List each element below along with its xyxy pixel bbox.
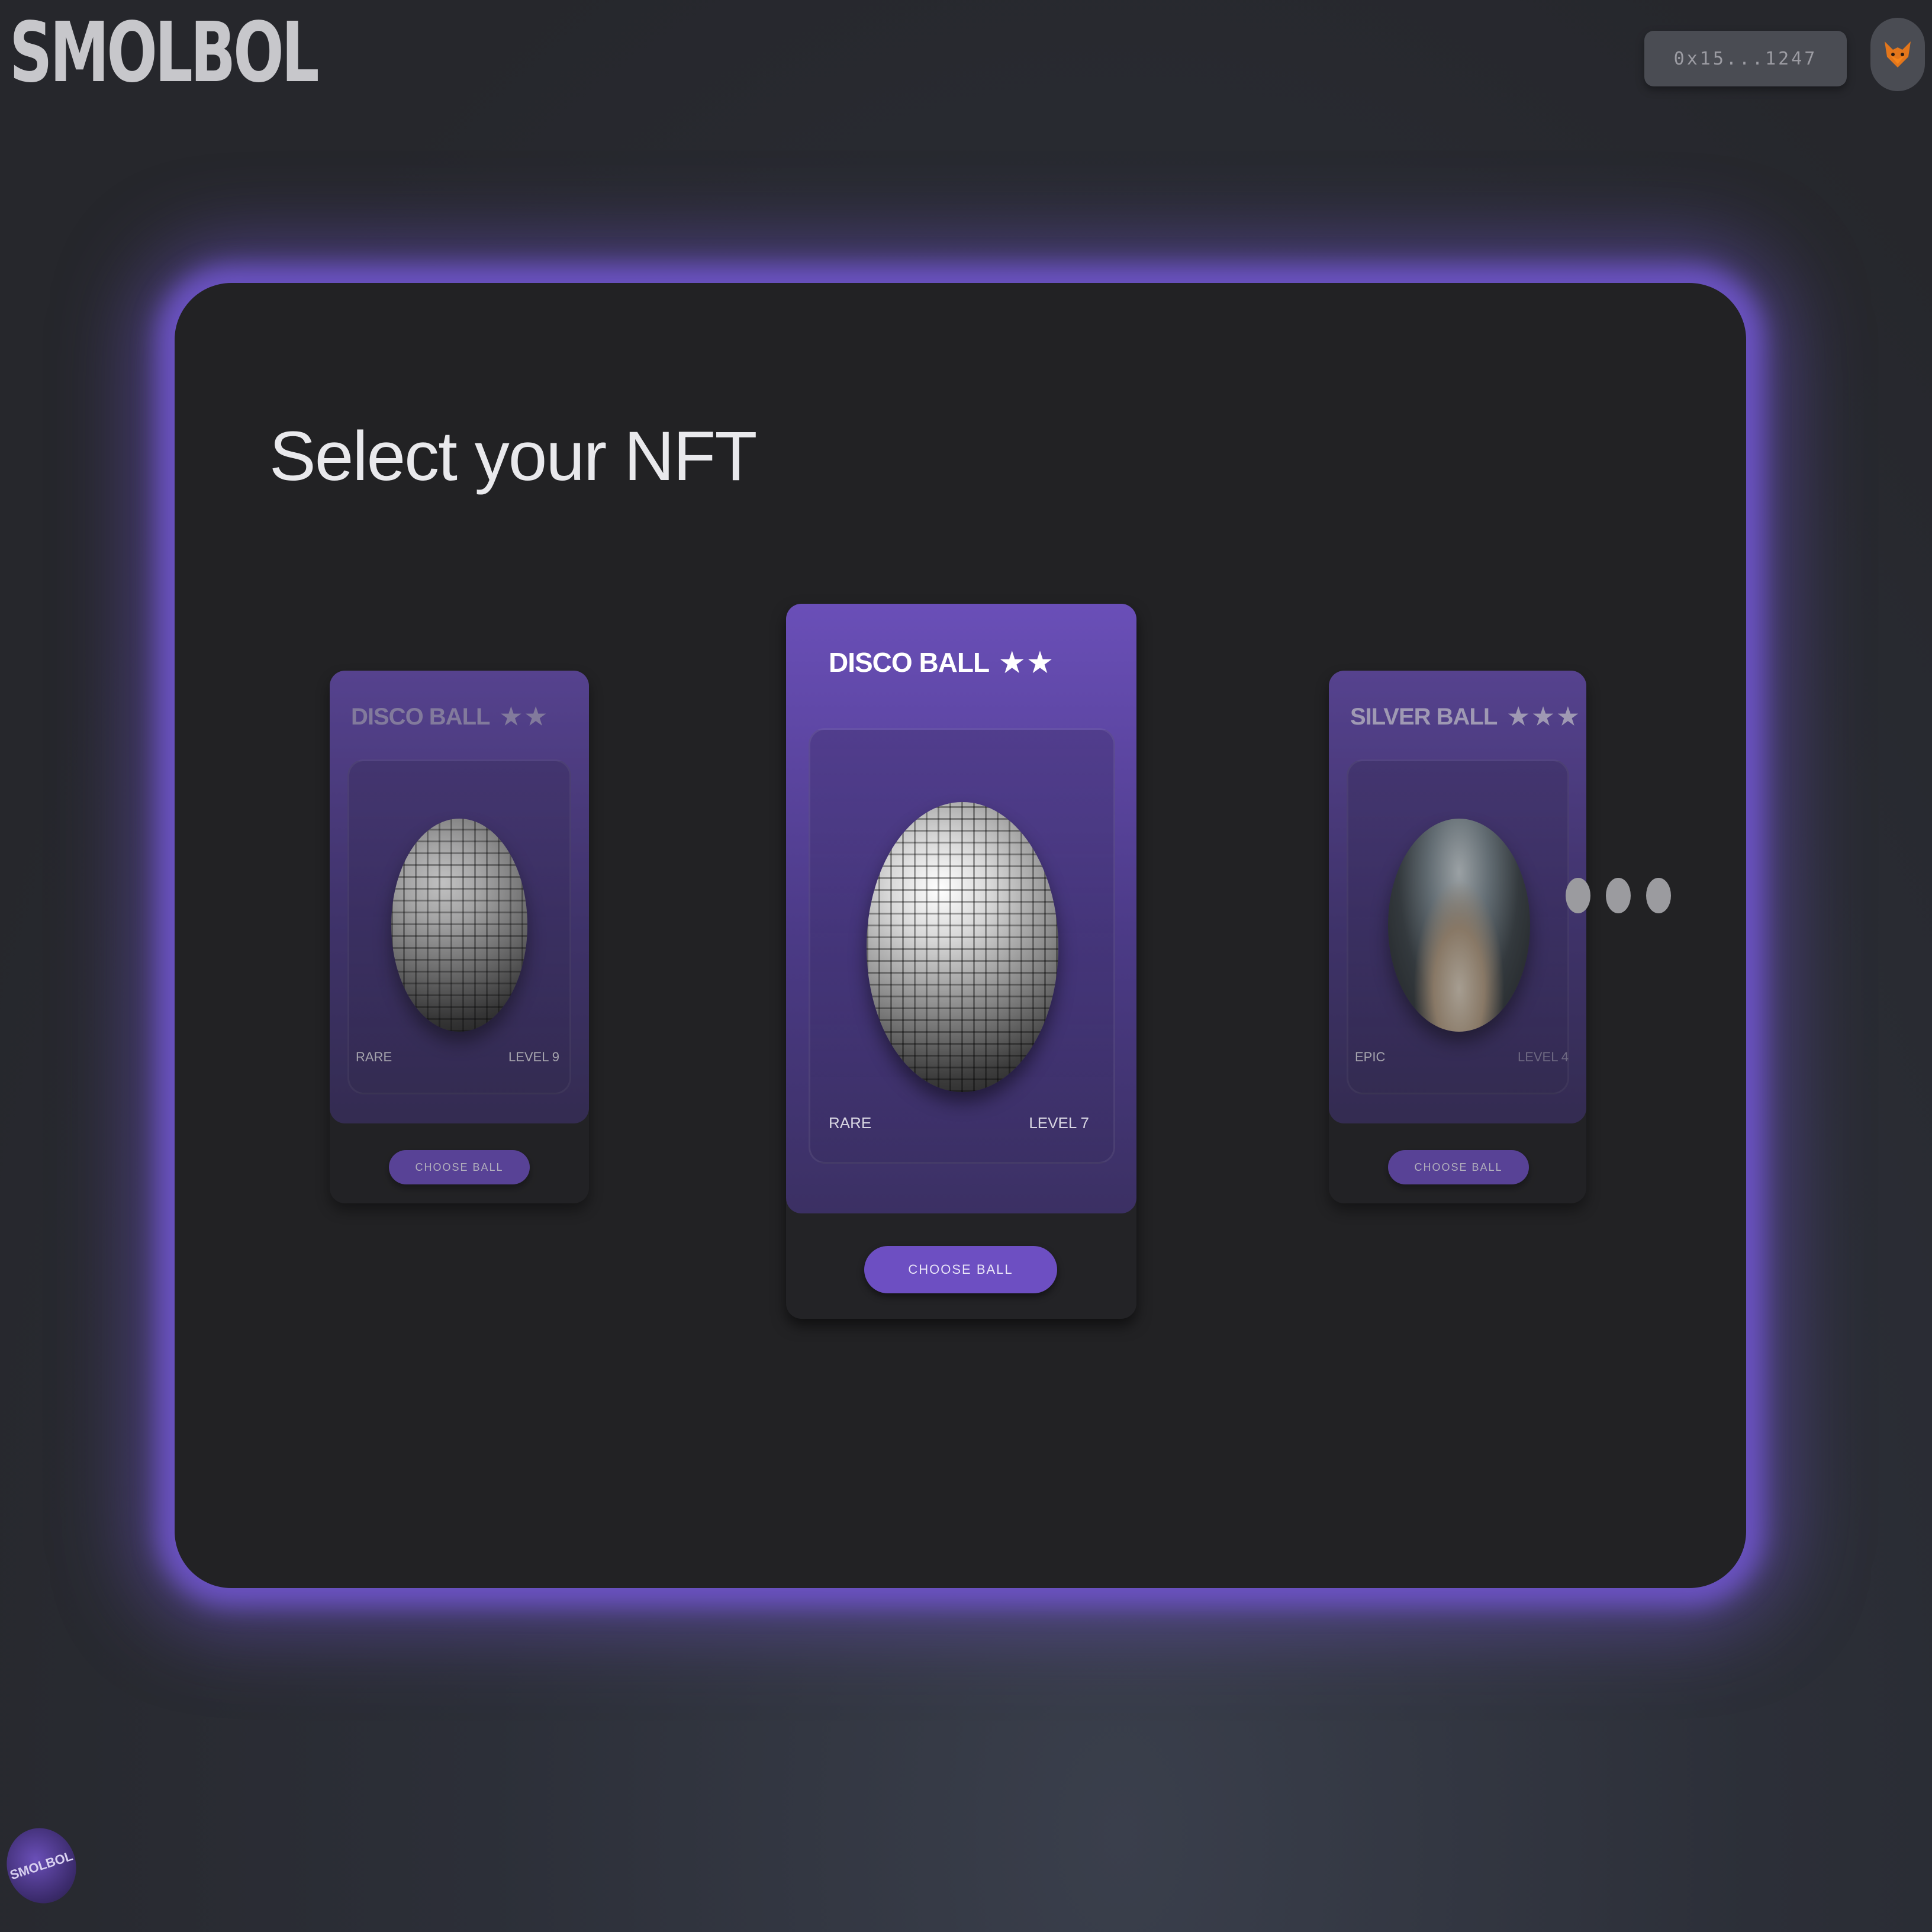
profile-avatar[interactable] bbox=[1870, 18, 1925, 91]
carousel-dot-2[interactable] bbox=[1606, 878, 1631, 913]
card-level: LEVEL 9 bbox=[508, 1049, 559, 1064]
choose-ball-button[interactable]: CHOOSE BALL bbox=[864, 1246, 1057, 1293]
card-name: DISCO BALL ★★ bbox=[829, 647, 1056, 678]
page-title: Select your NFT bbox=[269, 417, 757, 495]
nft-card-right[interactable]: SILVER BALL ★★★ EPIC LEVEL 4 CHOOSE BALL bbox=[1329, 671, 1586, 1203]
card-name: DISCO BALL ★★ bbox=[351, 704, 550, 730]
disco-ball-image bbox=[391, 819, 527, 1032]
choose-ball-button[interactable]: CHOOSE BALL bbox=[389, 1150, 530, 1184]
card-name: SILVER BALL ★★★ bbox=[1350, 704, 1582, 730]
wallet-address-button[interactable]: 0x15...1247 bbox=[1644, 31, 1847, 86]
nft-selection-panel: Select your NFT DISCO BALL ★★ RARE LEVEL … bbox=[175, 283, 1746, 1588]
app-logo: SMOLBOL bbox=[9, 5, 320, 101]
card-rarity: EPIC bbox=[1355, 1049, 1386, 1064]
card-level: LEVEL 7 bbox=[1029, 1114, 1089, 1132]
card-rarity: RARE bbox=[829, 1114, 872, 1132]
carousel-dot-3[interactable] bbox=[1646, 878, 1671, 913]
footer-badge-logo: SMOLBOL bbox=[0, 1819, 86, 1912]
choose-ball-button[interactable]: CHOOSE BALL bbox=[1388, 1150, 1529, 1184]
nft-card-left[interactable]: DISCO BALL ★★ RARE LEVEL 9 CHOOSE BALL bbox=[330, 671, 589, 1203]
carousel-dot-1[interactable] bbox=[1566, 878, 1590, 913]
disco-ball-image bbox=[867, 802, 1058, 1092]
card-rarity: RARE bbox=[356, 1049, 392, 1064]
fox-icon bbox=[1885, 41, 1911, 67]
nft-card-center[interactable]: DISCO BALL ★★ RARE LEVEL 7 CHOOSE BALL bbox=[786, 604, 1136, 1319]
silver-ball-image bbox=[1388, 819, 1530, 1032]
card-level: LEVEL 4 bbox=[1517, 1049, 1569, 1064]
